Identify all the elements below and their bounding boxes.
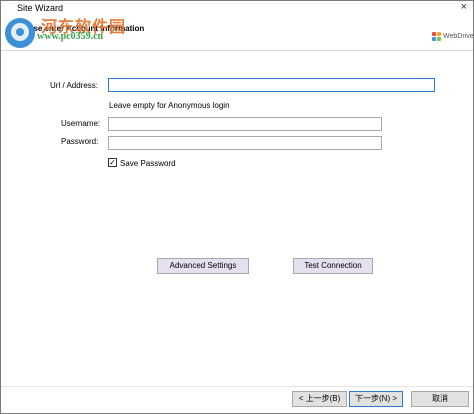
save-password-label[interactable]: Save Password [120,159,176,168]
test-connection-button[interactable]: Test Connection [293,258,373,274]
webdrive-logo: WebDrive [432,23,473,47]
footer-divider [1,386,473,387]
webdrive-logo-icon [432,32,442,42]
webdrive-logo-text: WebDrive [443,33,474,40]
next-button[interactable]: 下一步(N) > [349,391,403,407]
url-label: Url / Address: [50,81,99,90]
password-input[interactable] [108,136,382,150]
cancel-button[interactable]: 取消 [411,391,469,407]
url-hint: Leave empty for Anonymous login [109,101,230,110]
save-password-checkbox[interactable]: ✓ [108,158,117,167]
advanced-settings-button[interactable]: Advanced Settings [157,258,249,274]
back-button[interactable]: < 上一步(B) [292,391,347,407]
password-label: Password: [61,137,99,146]
watermark-url: www.pc0359.cn [37,31,104,42]
url-input[interactable] [108,78,435,92]
watermark-logo-icon [5,18,35,48]
site-wizard-window: Site Wizard × Please enter Account Infor… [0,0,474,414]
close-icon[interactable]: × [461,1,467,13]
username-input[interactable] [108,117,382,131]
window-title: Site Wizard [17,3,64,13]
wizard-header: Please enter Account Information 河东软件园 w… [1,16,473,51]
username-label: Username: [61,119,101,128]
